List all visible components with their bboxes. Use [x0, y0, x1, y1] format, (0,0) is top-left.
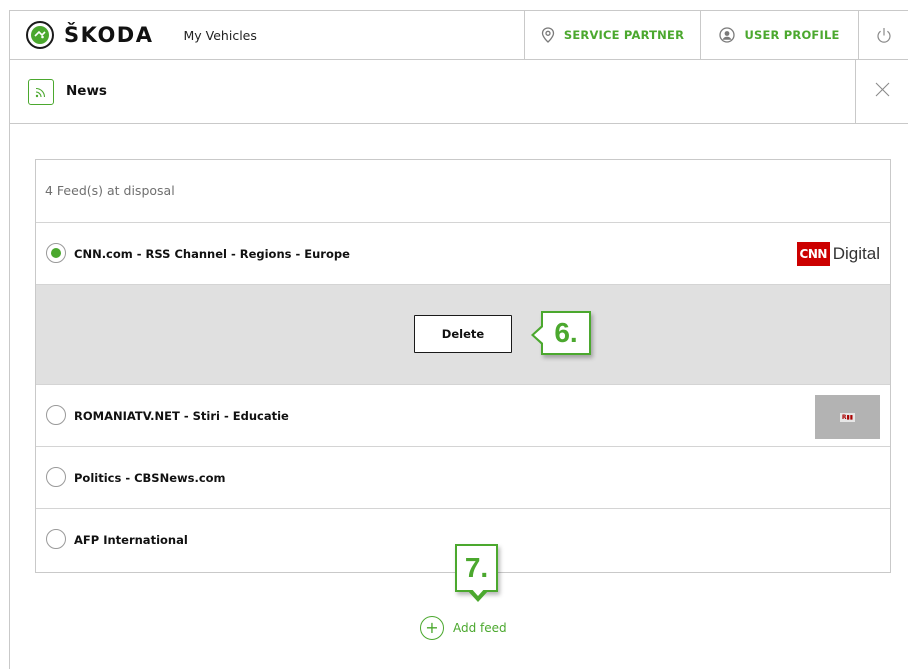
page-title: News	[66, 83, 107, 99]
feed-row-cbsnews[interactable]: Politics - CBSNews.com	[36, 447, 890, 509]
step-callout-6: 6.	[531, 311, 591, 355]
close-icon	[875, 82, 890, 101]
plus-icon: +	[420, 616, 444, 640]
close-button[interactable]	[855, 60, 908, 123]
feed-radio[interactable]	[46, 467, 66, 487]
top-header: ŠKODA My Vehicles SERVICE PARTNER USER P…	[10, 10, 908, 60]
add-feed-button[interactable]: + Add feed	[420, 615, 507, 641]
cnn-digital-logo: CNN Digital	[796, 240, 880, 268]
logout-button[interactable]	[858, 11, 908, 59]
feed-list-panel: 4 Feed(s) at disposal CNN.com - RSS Chan…	[35, 159, 891, 573]
news-title-bar: News	[10, 60, 908, 124]
feed-name: CNN.com - RSS Channel - Regions - Europe	[74, 247, 350, 261]
step-number: 7.	[464, 552, 489, 583]
feed-count-text: 4 Feed(s) at disposal	[45, 183, 175, 198]
feed-actions-area: Delete	[36, 285, 890, 385]
feed-name: ROMANIATV.NET - Stiri - Educatie	[74, 409, 289, 423]
rss-feed-icon	[28, 79, 54, 105]
cnn-logo-word: Digital	[832, 244, 880, 263]
feed-name: AFP International	[74, 533, 188, 547]
feed-radio[interactable]	[46, 405, 66, 425]
callout-arrow	[467, 587, 489, 602]
user-profile-button[interactable]: USER PROFILE	[700, 11, 858, 59]
romaniatv-logo: R▮▮	[815, 395, 880, 439]
step-callout-7: 7.	[455, 544, 498, 602]
power-icon	[876, 27, 892, 44]
app-title: My Vehicles	[183, 27, 257, 43]
callout-arrow	[531, 324, 543, 346]
service-partner-label: SERVICE PARTNER	[563, 28, 685, 42]
radio-dot	[51, 248, 61, 258]
romaniatv-logo-mark: R▮▮	[839, 412, 856, 422]
feed-name: Politics - CBSNews.com	[74, 471, 226, 485]
cnn-logo-mark: CNN	[796, 242, 830, 266]
service-partner-button[interactable]: SERVICE PARTNER	[524, 11, 700, 59]
location-pin-icon	[541, 27, 555, 43]
feed-radio-selected[interactable]	[46, 243, 66, 263]
feed-row-romaniatv[interactable]: ROMANIATV.NET - Stiri - Educatie R▮▮	[36, 385, 890, 447]
skoda-logo-icon	[26, 21, 54, 49]
brand-name: ŠKODA	[64, 23, 154, 47]
user-profile-label: USER PROFILE	[744, 28, 840, 42]
add-feed-label: Add feed	[453, 621, 507, 635]
user-avatar-icon	[719, 27, 736, 43]
delete-button[interactable]: Delete	[414, 315, 512, 353]
feed-row-cnn[interactable]: CNN.com - RSS Channel - Regions - Europe…	[36, 223, 890, 285]
feed-count-header: 4 Feed(s) at disposal	[36, 160, 890, 223]
brand: ŠKODA My Vehicles	[26, 11, 257, 59]
step-number: 6.	[554, 317, 578, 348]
feed-radio[interactable]	[46, 529, 66, 549]
